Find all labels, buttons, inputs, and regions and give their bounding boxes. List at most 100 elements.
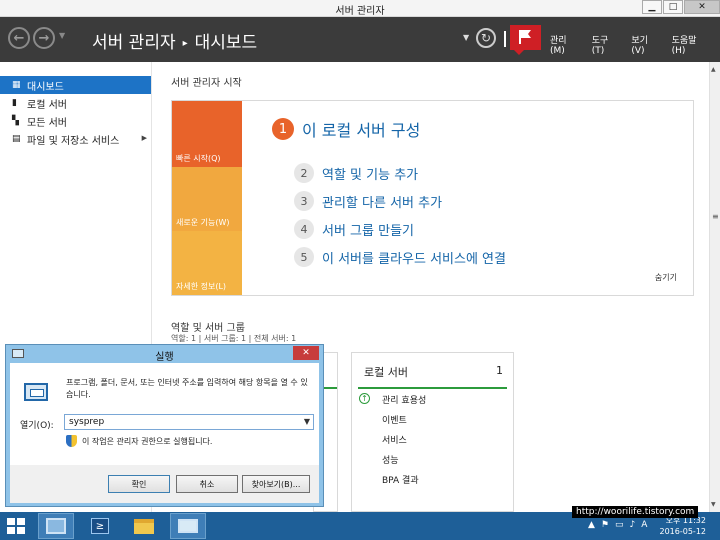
notifications-flag-button[interactable] — [510, 25, 541, 50]
clock[interactable]: 오후 11:32 2016-05-12 — [660, 515, 707, 537]
refresh-icon[interactable]: ↻ — [476, 28, 496, 48]
taskbar-run[interactable] — [170, 513, 206, 539]
open-label: 열기(O): — [20, 421, 54, 431]
server-icon: ▮ — [12, 98, 17, 108]
step-label: 이 서버를 클라우드 서비스에 연결 — [322, 251, 506, 267]
dialog-body: 프로그램, 폴더, 문서, 또는 인터넷 주소를 입력하여 해당 항목을 열 수… — [10, 363, 319, 465]
step-number: 2 — [294, 163, 314, 183]
step-label: 이 로컬 서버 구성 — [302, 121, 421, 140]
menu-help[interactable]: 도움말(H) — [672, 33, 707, 56]
window-title: 서버 관리자 — [335, 6, 385, 17]
server-manager-icon — [46, 518, 66, 534]
dialog-description: 프로그램, 폴더, 문서, 또는 인터넷 주소를 입력하여 해당 항목을 열 수… — [66, 378, 308, 399]
file-explorer-icon — [134, 518, 154, 534]
back-button[interactable]: ← — [8, 27, 30, 49]
close-button[interactable]: ✕ — [684, 0, 720, 14]
window-controls: ▁ □ ✕ — [641, 0, 720, 16]
card-row-performance[interactable]: 성능 — [382, 453, 399, 466]
card-title[interactable]: 로컬 서버 — [364, 364, 408, 380]
action-center-icon[interactable]: ⚑ — [601, 520, 609, 530]
header-divider — [504, 31, 506, 47]
cancel-button[interactable]: 취소 — [176, 475, 238, 493]
dialog-close-button[interactable]: ✕ — [293, 346, 319, 360]
network-icon[interactable]: ▭ — [615, 520, 624, 530]
step-number: 5 — [294, 247, 314, 267]
tile-learn-more[interactable]: 자세한 정보(L) — [172, 231, 242, 295]
dashboard-icon: ▦ — [12, 80, 21, 90]
clock-date: 2016-05-12 — [659, 527, 707, 536]
sidebar-item-file-storage[interactable]: ▤ 파일 및 저장소 서비스 ▶ — [0, 130, 151, 148]
open-input[interactable]: sysprep ▼ — [64, 414, 314, 430]
taskbar-server-manager[interactable] — [38, 513, 74, 539]
breadcrumb-current: 대시보드 — [194, 33, 258, 53]
volume-icon[interactable]: ♪ — [630, 520, 636, 530]
roles-title: 역할 및 서버 그룹 — [171, 323, 245, 334]
menu-manage[interactable]: 관리(M) — [550, 33, 579, 56]
breadcrumb-root[interactable]: 서버 관리자 — [92, 33, 176, 53]
menu-view[interactable]: 보기(V) — [631, 33, 658, 56]
scroll-up-icon[interactable]: ▲ — [711, 66, 716, 73]
local-server-card[interactable]: 로컬 서버 1 ↑ 관리 효용성 이벤트 서비스 성능 BPA 결과 — [351, 352, 514, 512]
step-label: 관리할 다른 서버 추가 — [322, 195, 443, 211]
admin-note: 이 작업은 관리자 권한으로 실행됩니다. — [82, 437, 213, 446]
menu-tools[interactable]: 도구(T) — [592, 33, 619, 56]
sidebar-item-label: 대시보드 — [27, 81, 64, 93]
dialog-footer: 확인 취소 찾아보기(B)... — [10, 465, 319, 503]
scroll-down-icon[interactable]: ▼ — [711, 501, 716, 508]
card-row-events[interactable]: 이벤트 — [382, 413, 407, 426]
minimize-button[interactable]: ▁ — [642, 0, 662, 14]
sidebar-item-label: 모든 서버 — [27, 117, 67, 129]
quick-start-panel: 빠른 시작(Q) 새로운 기능(W) 자세한 정보(L) 1 이 로컬 서버 구… — [171, 100, 694, 296]
maximize-button[interactable]: □ — [663, 0, 683, 14]
step-label: 역할 및 기능 추가 — [322, 167, 419, 183]
run-dialog: 실행 ✕ 프로그램, 폴더, 문서, 또는 인터넷 주소를 입력하여 해당 항목… — [5, 344, 324, 507]
header-menu: 관리(M) 도구(T) 보기(V) 도움말(H) — [550, 33, 720, 56]
card-count: 1 — [496, 364, 503, 377]
title-bar: 서버 관리자 ▁ □ ✕ — [0, 0, 720, 17]
ok-button[interactable]: 확인 — [108, 475, 170, 493]
history-dropdown-icon[interactable]: ▼ — [59, 31, 65, 40]
breadcrumb: 서버 관리자 ▸ 대시보드 — [92, 28, 257, 53]
tile-label: 빠른 시작(Q) — [176, 154, 221, 163]
breadcrumb-separator-icon: ▸ — [182, 38, 188, 49]
ime-icon[interactable]: A — [641, 520, 647, 530]
taskbar-powershell[interactable]: ≥ — [82, 513, 118, 539]
vertical-scrollbar[interactable]: ▲ ≡ ▼ — [709, 62, 720, 512]
step-label: 서버 그룹 만들기 — [322, 223, 414, 239]
header-dropdown-icon[interactable]: ▼ — [463, 33, 469, 42]
forward-button[interactable]: → — [33, 27, 55, 49]
run-large-icon — [24, 383, 48, 401]
uac-shield-icon — [66, 435, 77, 447]
step-create-group[interactable]: 4 서버 그룹 만들기 — [294, 219, 414, 239]
browse-button[interactable]: 찾아보기(B)... — [242, 475, 310, 493]
expand-arrow-icon[interactable]: ▶ — [142, 134, 147, 142]
card-row-services[interactable]: 서비스 — [382, 433, 407, 446]
tile-label: 새로운 기능(W) — [176, 218, 230, 227]
step-number: 4 — [294, 219, 314, 239]
tile-whats-new[interactable]: 새로운 기능(W) — [172, 167, 242, 231]
step-connect-cloud[interactable]: 5 이 서버를 클라우드 서비스에 연결 — [294, 247, 506, 267]
tray-expand-icon[interactable]: ▲ — [588, 520, 595, 530]
step-number: 1 — [272, 118, 294, 140]
step-configure-local-server[interactable]: 1 이 로컬 서버 구성 — [272, 117, 420, 141]
card-row-bpa[interactable]: BPA 결과 — [382, 473, 419, 486]
chevron-down-icon[interactable]: ▼ — [304, 417, 310, 426]
sidebar-item-label: 로컬 서버 — [27, 99, 67, 111]
taskbar-file-explorer[interactable] — [126, 513, 162, 539]
powershell-icon: ≥ — [91, 518, 109, 534]
card-row-manageability[interactable]: 관리 효용성 — [382, 393, 426, 406]
servers-icon: ▚ — [12, 116, 19, 126]
step-number: 3 — [294, 191, 314, 211]
tile-quick-start[interactable]: 빠른 시작(Q) — [172, 101, 242, 167]
status-ok-icon: ↑ — [359, 393, 370, 404]
hide-link[interactable]: 숨기기 — [655, 272, 677, 283]
sidebar-item-dashboard[interactable]: ▦ 대시보드 — [0, 76, 151, 94]
step-add-roles[interactable]: 2 역할 및 기능 추가 — [294, 163, 418, 183]
scroll-thumb[interactable]: ≡ — [712, 212, 719, 221]
step-add-servers[interactable]: 3 관리할 다른 서버 추가 — [294, 191, 442, 211]
storage-icon: ▤ — [12, 134, 21, 144]
open-input-value: sysprep — [69, 417, 105, 427]
sidebar-item-local-server[interactable]: ▮ 로컬 서버 — [0, 94, 151, 112]
sidebar-item-all-servers[interactable]: ▚ 모든 서버 — [0, 112, 151, 130]
windows-start-icon[interactable] — [7, 518, 25, 534]
